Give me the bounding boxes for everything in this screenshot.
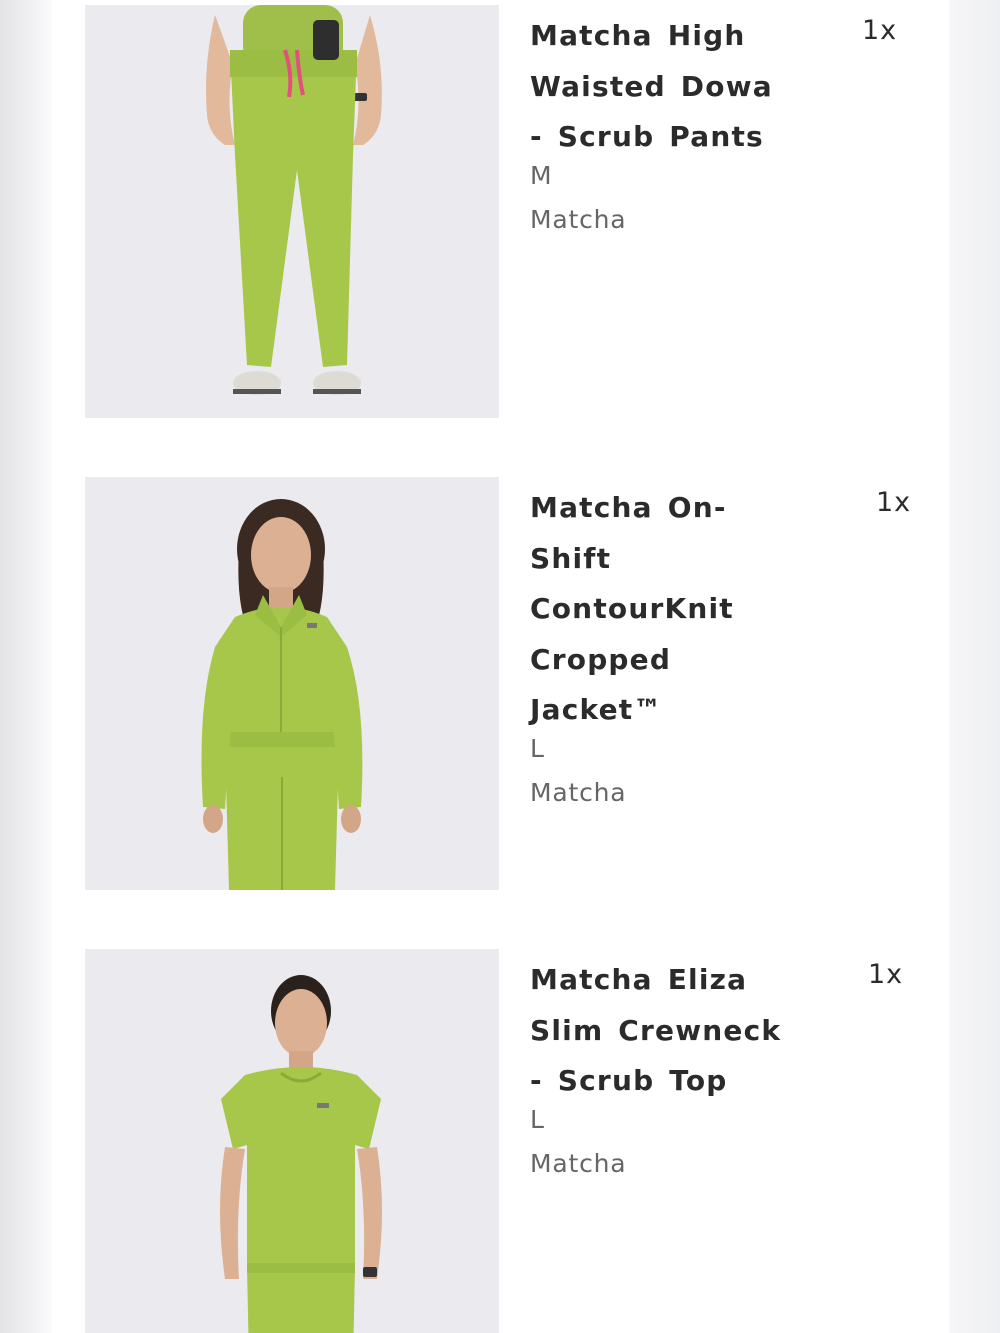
scrub-top-photo xyxy=(85,949,499,1333)
product-name[interactable]: Matcha High Waisted Dowa - Scrub Pants xyxy=(530,11,800,163)
scrub-pants-photo xyxy=(85,5,499,418)
color-label: Matcha xyxy=(530,205,627,234)
product-name-line: Matcha High xyxy=(530,19,746,52)
product-image-scrub-pants[interactable] xyxy=(85,5,499,418)
product-name-line: Waisted Dowa xyxy=(530,69,773,103)
product-name-line: Slim Crewneck xyxy=(530,1013,782,1047)
cart-page: Matcha High Waisted Dowa - Scrub Pants 1… xyxy=(0,0,1000,1333)
size-label: L xyxy=(530,1105,545,1134)
size-label: M xyxy=(530,161,553,190)
product-image-cropped-jacket[interactable] xyxy=(85,477,499,890)
product-name[interactable]: Matcha Eliza Slim Crewneck - Scrub Top xyxy=(530,955,800,1107)
product-name-line: Shift xyxy=(530,541,612,575)
quantity-label: 1x xyxy=(868,959,904,990)
product-name-line: ContourKnit xyxy=(530,592,734,625)
product-name[interactable]: Matcha On- Shift ContourKnit Cropped Jac… xyxy=(530,483,800,736)
product-name-line: Jacket™ xyxy=(530,693,663,726)
product-name-line: Cropped xyxy=(530,642,672,676)
product-name-line: Matcha On- xyxy=(530,491,727,524)
product-name-line: Matcha Eliza xyxy=(530,963,748,996)
product-name-line: - Scrub Pants xyxy=(530,120,764,153)
quantity-label: 1x xyxy=(862,15,898,46)
color-label: Matcha xyxy=(530,1149,627,1178)
cropped-jacket-photo xyxy=(85,477,499,890)
size-label: L xyxy=(530,734,545,763)
product-name-line: - Scrub Top xyxy=(530,1064,728,1097)
color-label: Matcha xyxy=(530,778,627,807)
product-image-scrub-top[interactable] xyxy=(85,949,499,1333)
quantity-label: 1x xyxy=(876,487,912,518)
